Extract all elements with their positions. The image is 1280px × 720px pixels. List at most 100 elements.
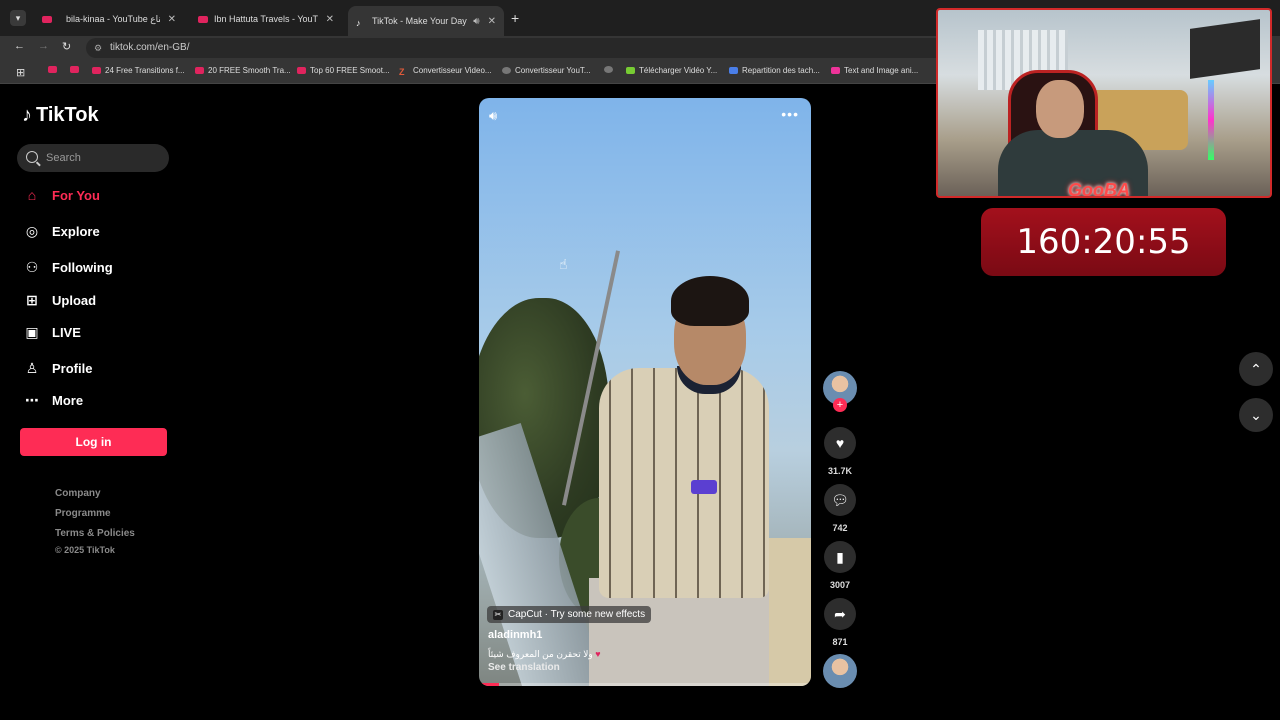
live-icon: ▣ bbox=[25, 323, 39, 340]
effect-tag[interactable]: ✂ CapCut · Try some new effects bbox=[487, 606, 652, 623]
bookmark-label: Télécharger Vidéo Y... bbox=[639, 66, 718, 75]
comment-count: 742 bbox=[832, 523, 848, 533]
converter-icon bbox=[502, 67, 511, 74]
heart-emoji-icon: ♥ bbox=[595, 649, 601, 659]
bookmark-item[interactable]: Convertisseur YouT... bbox=[502, 66, 591, 75]
tab-ibn-hattuta[interactable]: Ibn Hattuta Travels - YouTube ✕ bbox=[190, 6, 342, 32]
apps-icon[interactable]: ⊞ bbox=[16, 66, 25, 79]
docs-icon bbox=[729, 67, 738, 74]
nav-live[interactable]: ▣ LIVE bbox=[23, 320, 81, 344]
bookmark-item[interactable]: 20 FREE Smooth Tra... bbox=[195, 66, 291, 75]
search-input[interactable]: Search bbox=[17, 144, 169, 172]
capcut-icon: ✂ bbox=[493, 609, 503, 620]
new-tab-button[interactable]: + bbox=[511, 10, 519, 26]
next-video-button[interactable]: ⌄ bbox=[1239, 398, 1273, 432]
bookmark-label: Text and Image ani... bbox=[844, 66, 919, 75]
following-icon: ⚇ bbox=[25, 258, 39, 275]
music-avatar[interactable] bbox=[823, 654, 857, 688]
video-scene bbox=[691, 480, 717, 494]
nav-more[interactable]: ⋯ More bbox=[23, 388, 83, 412]
site-info-icon[interactable]: ⚙ bbox=[94, 38, 102, 58]
share-button[interactable]: ➦ bbox=[824, 598, 856, 630]
search-icon bbox=[26, 151, 38, 163]
video-player[interactable]: 🔊︎ ••• ✂ CapCut · Try some new effects a… bbox=[479, 98, 811, 686]
close-tab-icon[interactable]: ✕ bbox=[168, 14, 176, 25]
bookmark-item[interactable]: Text and Image ani... bbox=[831, 66, 918, 75]
footer-terms-link[interactable]: Terms & Policies bbox=[55, 528, 135, 539]
previous-video-button[interactable]: ⌃ bbox=[1239, 352, 1273, 386]
bookmark-item[interactable]: Repartition des tach... bbox=[729, 66, 820, 75]
url-text: tiktok.com/en-GB/ bbox=[110, 42, 190, 53]
video-progress-bar[interactable] bbox=[479, 683, 811, 686]
upload-icon: ⊞ bbox=[26, 291, 38, 308]
video-author[interactable]: aladinmh1 bbox=[488, 629, 542, 641]
tiktok-icon: ♪ bbox=[356, 17, 361, 28]
nav-label: More bbox=[52, 392, 84, 408]
tab-title: TikTok - Make Your Day bbox=[372, 16, 467, 26]
heart-icon: ♥ bbox=[835, 435, 845, 451]
share-icon: ➦ bbox=[834, 606, 846, 622]
nav-for-you[interactable]: ⌂ For You bbox=[23, 183, 100, 207]
volume-icon[interactable]: 🔊︎ bbox=[489, 108, 497, 124]
chevron-down-icon: ⌄ bbox=[1250, 407, 1262, 423]
nav-following[interactable]: ⚇ Following bbox=[23, 255, 113, 279]
caption-text: ولا تحقرن من المعروف شيئاً bbox=[488, 649, 593, 659]
hand-cursor-icon: ☝ bbox=[559, 256, 568, 272]
login-button[interactable]: Log in bbox=[20, 428, 167, 456]
bookmark-youtube-1[interactable] bbox=[48, 66, 61, 73]
video-scene bbox=[671, 276, 749, 326]
tab-bila-kinaa[interactable]: bila-kinaa - YouTube بلا قناع ✕ bbox=[34, 6, 184, 32]
back-icon[interactable]: ← bbox=[14, 40, 25, 52]
logo-text: TikTok bbox=[36, 104, 99, 126]
nav-upload[interactable]: ⊞ Upload bbox=[23, 288, 96, 312]
webcam-overlay: GooBA bbox=[936, 8, 1272, 198]
tiktok-logo[interactable]: ♪ TikTok bbox=[22, 104, 99, 127]
nav-label: Upload bbox=[52, 292, 97, 308]
youtube-icon bbox=[48, 66, 57, 73]
bookmark-item[interactable]: Télécharger Vidéo Y... bbox=[626, 66, 717, 75]
webcam-scene bbox=[1036, 80, 1084, 138]
see-translation-link[interactable]: See translation bbox=[488, 662, 560, 673]
bookmark-item[interactable]: Z Convertisseur Video... bbox=[399, 66, 492, 77]
url-field[interactable]: ⚙ tiktok.com/en-GB/ bbox=[86, 38, 946, 58]
bookmark-item[interactable]: 24 Free Transitions f... bbox=[92, 66, 185, 75]
nav-label: For You bbox=[52, 187, 100, 203]
video-scene bbox=[599, 368, 769, 598]
nav-label: LIVE bbox=[52, 324, 81, 340]
youtube-icon bbox=[42, 15, 52, 23]
youtube-icon bbox=[297, 67, 306, 74]
footer-programme-link[interactable]: Programme bbox=[55, 508, 111, 519]
tab-tiktok[interactable]: ♪ TikTok - Make Your Day 🔊︎ ✕ bbox=[348, 6, 504, 36]
follow-plus-icon[interactable]: + bbox=[833, 398, 847, 412]
speaker-icon[interactable]: 🔊︎ bbox=[473, 16, 479, 27]
nav-label: Explore bbox=[52, 223, 100, 239]
more-icon: ⋯ bbox=[25, 391, 39, 408]
like-button[interactable]: ♥ bbox=[824, 427, 856, 459]
footer-company-link[interactable]: Company bbox=[55, 488, 101, 499]
bookmark-youtube-2[interactable] bbox=[70, 66, 83, 73]
image-icon bbox=[831, 67, 840, 74]
share-count: 871 bbox=[832, 637, 848, 647]
reload-icon[interactable]: ↻ bbox=[62, 40, 71, 53]
globe-icon bbox=[604, 66, 613, 73]
close-tab-icon[interactable]: ✕ bbox=[488, 16, 496, 27]
webcam-scene bbox=[1190, 19, 1260, 79]
bookmark-label: Repartition des tach... bbox=[742, 66, 820, 75]
more-options-icon[interactable]: ••• bbox=[781, 106, 799, 122]
bookmark-item[interactable]: Top 60 FREE Smoot... bbox=[297, 66, 390, 75]
nav-label: Profile bbox=[52, 360, 93, 376]
nav-profile[interactable]: ♙ Profile bbox=[23, 356, 93, 380]
stream-timer: 160:20:55 bbox=[981, 208, 1226, 276]
forward-icon[interactable]: → bbox=[38, 40, 49, 52]
download-icon bbox=[626, 67, 635, 74]
close-tab-icon[interactable]: ✕ bbox=[326, 14, 334, 25]
bookmark-label: Convertisseur Video... bbox=[413, 66, 492, 75]
copyright-text: © 2025 TikTok bbox=[55, 545, 115, 555]
save-button[interactable]: ▮ bbox=[824, 541, 856, 573]
tab-list-button[interactable]: ▾ bbox=[10, 10, 26, 26]
comment-button[interactable]: 💬︎ bbox=[824, 484, 856, 516]
nav-explore[interactable]: ◎ Explore bbox=[23, 219, 100, 243]
like-count: 31.7K bbox=[827, 466, 853, 476]
bookmark-globe[interactable] bbox=[604, 66, 617, 73]
bookmark-label: 20 FREE Smooth Tra... bbox=[208, 66, 291, 75]
